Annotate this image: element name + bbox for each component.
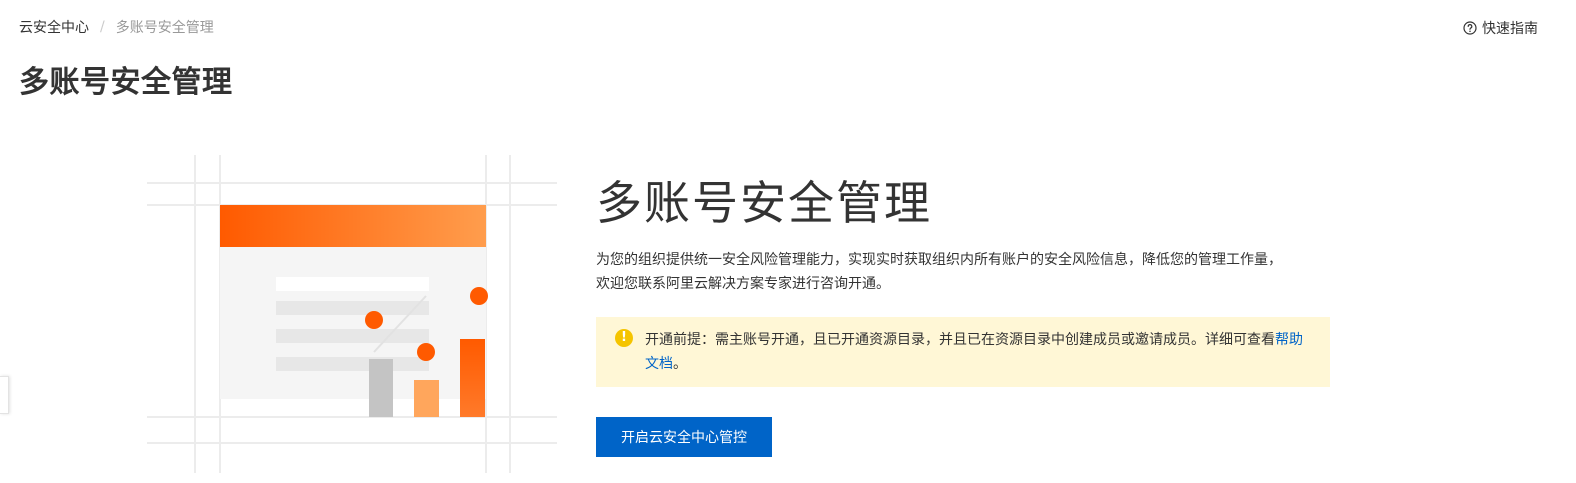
prerequisite-notice: ! 开通前提：需主账号开通，且已开通资源目录，并且已在资源目录中创建成员或邀请成… bbox=[596, 317, 1330, 387]
warning-icon: ! bbox=[615, 329, 633, 347]
illustration-text-line bbox=[276, 301, 429, 315]
multi-account-illustration bbox=[147, 155, 557, 473]
side-panel-toggle[interactable] bbox=[0, 376, 9, 414]
illustration-dot bbox=[365, 311, 383, 329]
quick-guide-link[interactable]: 快速指南 bbox=[1463, 18, 1538, 38]
illustration-bar-gray bbox=[369, 359, 393, 417]
help-circle-icon bbox=[1463, 21, 1477, 35]
illustration-panel-body bbox=[220, 247, 486, 399]
enable-security-center-button[interactable]: 开启云安全中心管控 bbox=[596, 417, 772, 457]
breadcrumb-separator: / bbox=[100, 19, 105, 35]
notice-text: 开通前提：需主账号开通，且已开通资源目录，并且已在资源目录中创建成员或邀请成员。… bbox=[645, 332, 1275, 348]
intro-description-line1: 为您的组织提供统一安全风险管理能力，实现实时获取组织内所有账户的安全风险信息，降… bbox=[596, 252, 1282, 268]
intro-title: 多账号安全管理 bbox=[596, 176, 932, 230]
illustration-text-line bbox=[276, 329, 429, 343]
illustration-text-line bbox=[276, 357, 429, 371]
breadcrumb: 云安全中心 / 多账号安全管理 bbox=[19, 17, 214, 37]
illustration-text-line bbox=[276, 277, 429, 291]
illustration-panel-header bbox=[220, 205, 486, 247]
illustration-bar-light-orange bbox=[414, 380, 439, 417]
illustration-dot bbox=[470, 287, 488, 305]
notice-text-end: 。 bbox=[673, 356, 687, 372]
intro-description-line2: 欢迎您联系阿里云解决方案专家进行咨询开通。 bbox=[596, 276, 890, 292]
intro-description: 为您的组织提供统一安全风险管理能力，实现实时获取组织内所有账户的安全风险信息，降… bbox=[596, 248, 1336, 296]
intro-section: 多账号安全管理 为您的组织提供统一安全风险管理能力，实现实时获取组织内所有账户的… bbox=[596, 180, 1330, 457]
breadcrumb-current: 多账号安全管理 bbox=[115, 20, 214, 36]
quick-guide-label: 快速指南 bbox=[1482, 21, 1538, 37]
breadcrumb-root-link[interactable]: 云安全中心 bbox=[19, 17, 89, 37]
illustration-bar-orange bbox=[460, 339, 485, 417]
illustration-dot bbox=[417, 343, 435, 361]
page-title: 多账号安全管理 bbox=[19, 65, 233, 100]
